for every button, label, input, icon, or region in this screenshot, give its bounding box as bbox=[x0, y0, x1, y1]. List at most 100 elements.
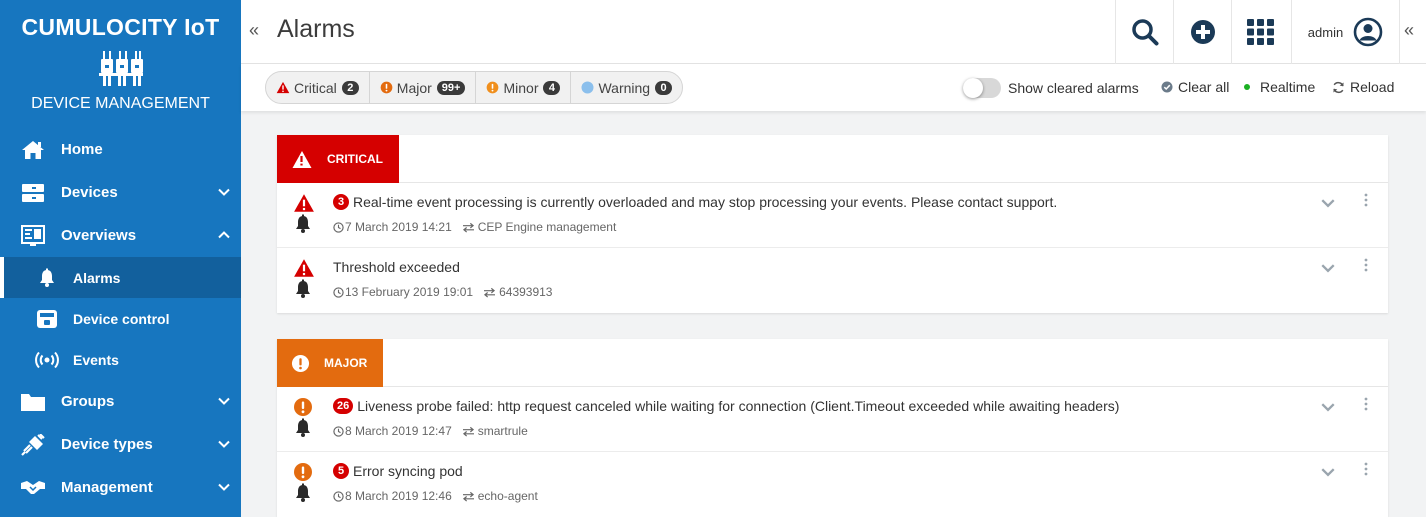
sidebar-item-management[interactable]: Management bbox=[0, 466, 241, 509]
search-button[interactable] bbox=[1115, 0, 1173, 64]
alarm-meta: 13 February 2019 19:01 64393913 bbox=[333, 285, 552, 299]
toggle-switch[interactable] bbox=[963, 78, 1001, 98]
chevron-down-icon[interactable] bbox=[1320, 464, 1336, 480]
alarm-icons bbox=[293, 397, 315, 438]
top-header: « Alarms admin « bbox=[241, 0, 1426, 64]
user-menu-button[interactable]: admin bbox=[1291, 0, 1400, 64]
alarm-meta: 7 March 2019 14:21 CEP Engine management bbox=[333, 220, 616, 234]
critical-icon bbox=[291, 150, 313, 169]
more-actions-icon[interactable] bbox=[1364, 193, 1368, 207]
sidebar-item-events[interactable]: Events bbox=[0, 339, 241, 380]
search-icon bbox=[1131, 19, 1158, 46]
card-header: MAJOR bbox=[277, 339, 1388, 387]
alarm-source[interactable]: echo-agent bbox=[462, 489, 538, 503]
sidebar-item-label: Device control bbox=[73, 310, 170, 327]
collapse-sidebar-button[interactable]: « bbox=[249, 20, 259, 41]
alarm-source-name: echo-agent bbox=[477, 489, 538, 503]
more-actions-icon[interactable] bbox=[1364, 462, 1368, 476]
alarm-row[interactable]: 5 Error syncing pod 8 March 2019 12:46 e… bbox=[277, 452, 1388, 517]
more-actions-icon[interactable] bbox=[1364, 397, 1368, 411]
check-circle-icon bbox=[1161, 81, 1173, 93]
add-button[interactable] bbox=[1173, 0, 1231, 64]
sidebar-item-device-types[interactable]: Device types bbox=[0, 423, 241, 466]
filter-label: Critical bbox=[294, 79, 337, 96]
brand-subtitle: DEVICE MANAGEMENT bbox=[31, 95, 210, 112]
major-icon bbox=[291, 354, 310, 373]
section-label: MAJOR bbox=[324, 356, 368, 370]
chevron-down-icon[interactable] bbox=[1320, 195, 1336, 211]
alarm-text: 5 Error syncing pod bbox=[333, 463, 463, 479]
sidebar-item-label: Management bbox=[61, 479, 153, 496]
sidebar-item-groups[interactable]: Groups bbox=[0, 380, 241, 423]
add-icon bbox=[1190, 20, 1215, 44]
sidebar-item-devices[interactable]: Devices bbox=[0, 171, 241, 214]
chevron-down-icon bbox=[217, 394, 231, 408]
sidebar-item-label: Alarms bbox=[73, 269, 121, 286]
critical-alarms-card: CRITICAL 3 Real-time event processing is… bbox=[277, 135, 1388, 313]
clock-icon bbox=[333, 426, 344, 437]
sidebar-item-overviews[interactable]: Overviews bbox=[0, 214, 241, 257]
filter-label: Major bbox=[396, 79, 432, 96]
alarm-row[interactable]: 3 Real-time event processing is currentl… bbox=[277, 183, 1388, 248]
alarm-message: Threshold exceeded bbox=[333, 259, 460, 275]
filter-label: Warning bbox=[598, 79, 651, 96]
clear-all-button[interactable]: Clear all bbox=[1161, 79, 1229, 95]
bell-icon bbox=[34, 268, 60, 288]
device-control-icon bbox=[34, 309, 60, 329]
major-alarms-card: MAJOR 26 Liveness probe failed: http req… bbox=[277, 339, 1388, 517]
minor-icon bbox=[486, 81, 499, 94]
chevron-down-icon bbox=[217, 480, 231, 494]
show-cleared-toggle[interactable]: Show cleared alarms bbox=[963, 78, 1139, 98]
filter-critical-button[interactable]: Critical 2 bbox=[266, 72, 370, 103]
alarm-icons bbox=[293, 193, 315, 234]
chevron-down-icon[interactable] bbox=[1320, 399, 1336, 415]
alarm-time: 13 February 2019 19:01 bbox=[345, 285, 474, 299]
sidebar-item-label: Device types bbox=[61, 436, 153, 453]
alarm-meta: 8 March 2019 12:46 echo-agent bbox=[333, 489, 538, 503]
chevron-up-icon bbox=[217, 228, 231, 242]
clock-icon bbox=[333, 287, 344, 298]
sidebar-item-label: Devices bbox=[61, 184, 118, 201]
overviews-icon bbox=[20, 224, 46, 247]
alarm-row[interactable]: 26 Liveness probe failed: http request c… bbox=[277, 387, 1388, 452]
alarm-count-badge: 26 bbox=[333, 398, 354, 414]
bell-icon bbox=[293, 418, 313, 438]
devices-icon bbox=[20, 182, 46, 204]
reload-button[interactable]: Reload bbox=[1332, 79, 1394, 95]
collapse-right-panel-button[interactable]: « bbox=[1404, 20, 1414, 41]
toggle-knob bbox=[963, 78, 983, 98]
realtime-button[interactable]: Realtime bbox=[1244, 79, 1315, 95]
alarm-row[interactable]: Threshold exceeded 13 February 2019 19:0… bbox=[277, 248, 1388, 313]
sidebar-item-alarms[interactable]: Alarms bbox=[0, 257, 241, 298]
filter-warning-button[interactable]: Warning 0 bbox=[571, 72, 682, 103]
alarm-source-name: 64393913 bbox=[499, 285, 553, 299]
alarm-meta: 8 March 2019 12:47 smartrule bbox=[333, 424, 528, 438]
exchange-icon bbox=[462, 222, 475, 233]
app-switcher-button[interactable] bbox=[1231, 0, 1289, 64]
sidebar-item-home[interactable]: Home bbox=[0, 128, 241, 171]
sidebar: CUMULOCITY IoT DEVICE MANAGEMENT Home De… bbox=[0, 0, 241, 517]
show-cleared-label: Show cleared alarms bbox=[1008, 80, 1139, 96]
sidebar-item-device-control[interactable]: Device control bbox=[0, 298, 241, 339]
sidebar-item-label: Groups bbox=[61, 393, 115, 410]
device-management-logo-icon bbox=[98, 51, 143, 93]
filter-count-badge: 2 bbox=[341, 80, 359, 95]
alarm-source[interactable]: CEP Engine management bbox=[462, 220, 616, 234]
sidebar-item-label: Overviews bbox=[61, 227, 137, 244]
alarm-icons bbox=[293, 258, 315, 299]
filter-minor-button[interactable]: Minor 4 bbox=[476, 72, 572, 103]
major-icon bbox=[293, 397, 313, 417]
bell-icon bbox=[293, 483, 313, 503]
alarm-source[interactable]: smartrule bbox=[462, 424, 528, 438]
alarm-source[interactable]: 64393913 bbox=[483, 285, 552, 299]
plug-icon bbox=[20, 433, 46, 456]
more-actions-icon[interactable] bbox=[1364, 258, 1368, 272]
sidebar-item-label: Events bbox=[73, 351, 119, 368]
alarm-count-badge: 5 bbox=[333, 463, 349, 479]
major-section-tag: MAJOR bbox=[277, 339, 384, 387]
home-icon bbox=[20, 139, 46, 161]
critical-icon bbox=[276, 81, 290, 94]
filter-major-button[interactable]: Major 99+ bbox=[370, 72, 477, 103]
chevron-down-icon[interactable] bbox=[1320, 260, 1336, 276]
severity-filter-group: Critical 2 Major 99+ Minor 4 Warning 0 bbox=[265, 71, 684, 104]
